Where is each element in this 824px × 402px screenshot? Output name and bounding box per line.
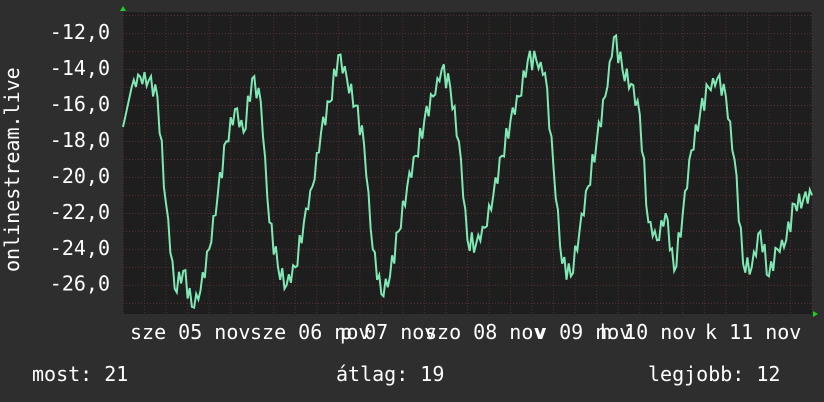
x-tick-label: szo 08 nov [425, 320, 545, 344]
stat-current: most: 21 [32, 362, 129, 386]
y-tick-label: -22,0 [50, 200, 110, 224]
chart-area: -12,0 -14,0 -16,0 -18,0 -20,0 -22,0 -24,0 -26,0… [0, 6, 818, 344]
x-tick-labels: sze 05 nov sze 06 novp 07 novszo 08 novv … [130, 320, 801, 344]
x-axis-arrow [813, 311, 818, 317]
stat-best: legjobb: 12 [648, 362, 781, 386]
y-tick-label: -20,0 [50, 164, 110, 188]
y-axis-label: onlinestream.live [0, 67, 24, 272]
y-tick-label: -26,0 [50, 272, 110, 296]
y-tick-label: -12,0 [50, 20, 110, 44]
y-tick-label: -16,0 [50, 92, 110, 116]
y-axis-arrow [120, 6, 126, 11]
y-tick-label: -24,0 [50, 236, 110, 260]
stat-average: átlag: 19 [336, 362, 445, 386]
x-tick-label: k 11 nov [705, 320, 801, 344]
x-tick-label: sze 05 nov [130, 320, 250, 344]
x-tick-label: h 10 nov [600, 320, 696, 344]
x-tick-label: p 07 nov [340, 320, 436, 344]
y-tick-labels: -12,0 -14,0 -16,0 -18,0 -20,0 -22,0 -24,0 -26,0 [50, 20, 110, 296]
y-tick-label: -14,0 [50, 56, 110, 80]
y-tick-label: -18,0 [50, 128, 110, 152]
